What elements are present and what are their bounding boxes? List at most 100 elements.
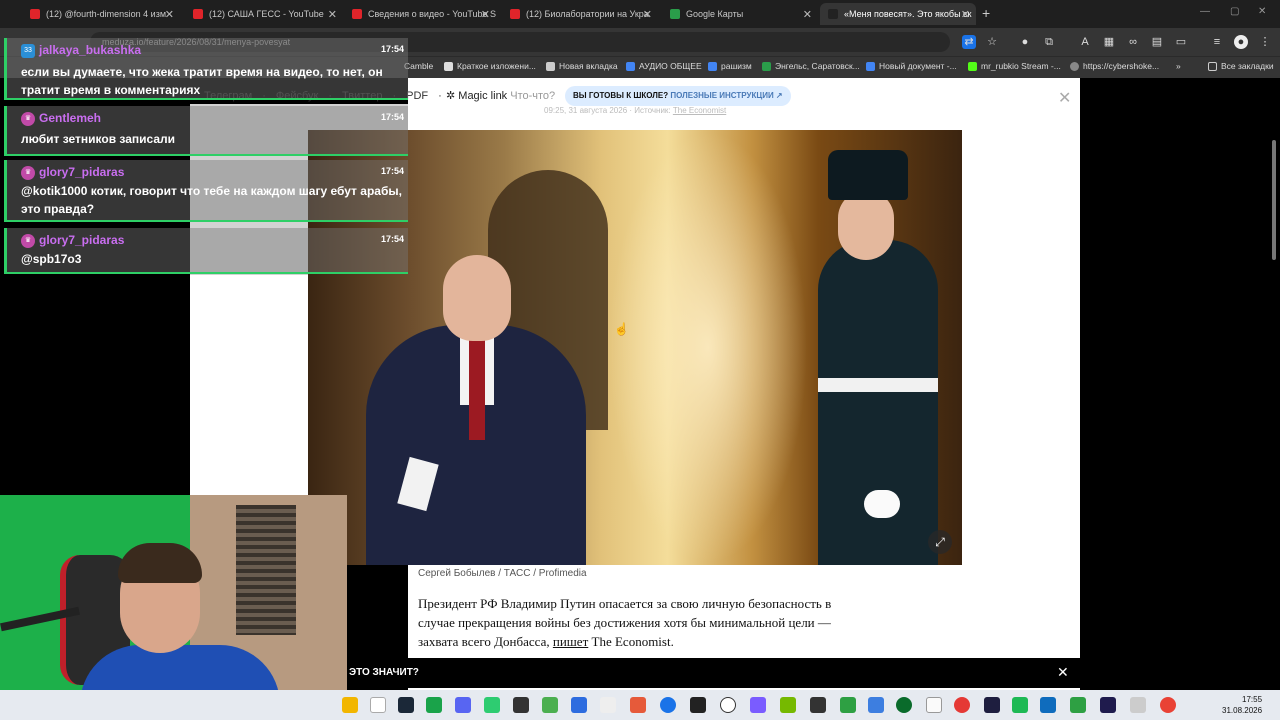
taskbar: 17:55 31.08.2026 (0, 690, 1280, 720)
tab-youtube-studio[interactable]: Сведения о видео - YouTube S ✕ (344, 3, 496, 25)
photo-tie (469, 340, 485, 440)
new-tab-button[interactable]: + (982, 5, 990, 21)
close-banner-icon[interactable]: ✕ (1057, 664, 1069, 681)
avatar[interactable]: ● (1234, 35, 1248, 49)
app-icon[interactable] (750, 697, 766, 713)
close-icon[interactable]: ✕ (1058, 88, 1071, 108)
app-icon[interactable] (571, 697, 587, 713)
photo-person-head (443, 255, 511, 341)
close-tab-icon[interactable]: ✕ (165, 8, 174, 21)
app-icon[interactable] (810, 697, 826, 713)
chatgpt-icon[interactable] (720, 697, 736, 713)
clock-date: 31.08.2026 (1222, 706, 1263, 715)
docs-icon (866, 61, 875, 71)
close-tab-icon[interactable]: ✕ (961, 8, 970, 21)
bookmark-label: Новая вкладка (559, 61, 618, 71)
translate-icon[interactable]: ⇄ (962, 35, 976, 49)
magic-link-label: Magic link (458, 90, 508, 102)
app-icon[interactable] (660, 697, 676, 713)
close-tab-icon[interactable]: ✕ (328, 8, 337, 21)
close-window-icon[interactable]: ✕ (1258, 6, 1266, 17)
bookmark-item[interactable]: mr_rubkio Stream -... (968, 61, 1061, 71)
webcam-feed (0, 495, 347, 720)
terminal-icon[interactable] (513, 697, 529, 713)
minimize-icon[interactable]: — (1200, 6, 1210, 17)
grid-icon[interactable]: ▦ (1102, 35, 1116, 49)
app-icon[interactable] (984, 697, 1000, 713)
magic-link[interactable]: ✲ Magic link Что-что? (446, 89, 555, 102)
bookmark-item[interactable]: рашизм (708, 61, 752, 71)
bookmark-label: Camble (404, 61, 434, 71)
source-link[interactable]: The Economist (673, 106, 726, 115)
extension-icon[interactable]: ● (1018, 35, 1032, 49)
reader-icon[interactable]: ▭ (1174, 35, 1188, 49)
bookmark-icon (444, 61, 453, 71)
article-link[interactable]: пишет (553, 634, 588, 649)
folder-icon[interactable] (342, 697, 358, 713)
expand-icon[interactable]: ⤢ (928, 530, 952, 554)
table-icon[interactable]: ▤ (1150, 35, 1164, 49)
youtube-icon (30, 9, 40, 19)
app-icon[interactable] (1070, 697, 1086, 713)
magic-link-question[interactable]: Что-что? (510, 90, 555, 102)
tab-youtube-2[interactable]: (12) САША ГЕСС - YouTube ✕ (185, 3, 343, 25)
steam-icon[interactable] (398, 697, 414, 713)
photo-guard-head (838, 190, 894, 260)
menu-lines-icon[interactable]: ≡ (1210, 35, 1224, 49)
puzzle-icon[interactable]: ⧉ (1042, 35, 1056, 49)
bookmark-item[interactable]: Camble (404, 61, 433, 71)
app-icon[interactable] (484, 697, 500, 713)
chat-time: 17:54 (380, 44, 404, 54)
app-icon[interactable] (426, 697, 442, 713)
more-menu-icon[interactable]: ⋮ (1258, 35, 1272, 49)
app-icon[interactable] (926, 697, 942, 713)
tab-youtube-1[interactable]: (12) @fourth-dimension 4 изм ✕ (22, 3, 180, 25)
discord-icon[interactable] (455, 697, 471, 713)
link-icon[interactable]: ∞ (1126, 35, 1140, 49)
scrollbar[interactable] (1272, 140, 1276, 260)
school-promo-badge[interactable]: ВЫ ГОТОВЫ К ШКОЛЕ? ПОЛЕЗНЫЕ ИНСТРУКЦИИ ↗ (565, 86, 791, 106)
bookmark-item[interactable]: https://cybershoke... (1070, 61, 1159, 71)
bookmark-item[interactable]: Энгельс, Саратовск... (762, 61, 860, 71)
share-pdf[interactable]: PDF (406, 90, 428, 104)
app-icon[interactable] (630, 697, 646, 713)
premiere-icon[interactable] (1100, 697, 1116, 713)
bookmark-item[interactable]: Краткое изложени... (444, 61, 536, 71)
system-clock[interactable]: 17:55 31.08.2026 (1222, 694, 1262, 716)
bookmark-label: mr_rubkio Stream -... (981, 61, 1061, 71)
globe-icon (1070, 61, 1079, 71)
app-icon[interactable] (1130, 697, 1146, 713)
maximize-icon[interactable]: ▢ (1230, 6, 1239, 17)
bookmarks-overflow[interactable]: » (1176, 61, 1181, 71)
bookmark-item[interactable]: АУДИО ОБЩЕЕ (626, 61, 702, 71)
file-icon[interactable] (370, 697, 386, 713)
app-icon[interactable] (600, 697, 616, 713)
translate-page-icon[interactable]: A (1078, 35, 1092, 49)
bottom-banner[interactable]: ЭТО ЗНАЧИТ? ✕ (347, 658, 1080, 688)
page-left-white (190, 275, 308, 495)
all-bookmarks[interactable]: Все закладки (1208, 61, 1274, 71)
sub-badge-icon: 33 (21, 44, 35, 58)
app-icon[interactable] (690, 697, 706, 713)
chat-message: 33 jalkaya_bukashka 17:54 если вы думает… (4, 38, 408, 100)
chat-message: ♛ glory7_pidaras 17:54 @spb17o3 (4, 228, 408, 274)
nvidia-icon[interactable] (780, 697, 796, 713)
app-icon[interactable] (954, 697, 970, 713)
chrome-icon[interactable] (1160, 697, 1176, 713)
tab-youtube-3[interactable]: (12) Биолаборатории на Укра ✕ (502, 3, 658, 25)
photo-guard-glove (864, 490, 900, 518)
app-icon[interactable] (542, 697, 558, 713)
app-icon[interactable] (840, 697, 856, 713)
bookmark-item[interactable]: Новый документ -... (866, 61, 957, 71)
app-icon[interactable] (1012, 697, 1028, 713)
close-tab-icon[interactable]: ✕ (481, 8, 490, 21)
bookmark-star-icon[interactable]: ☆ (985, 35, 999, 49)
app-icon[interactable] (1040, 697, 1056, 713)
bookmark-item[interactable]: Новая вкладка (546, 61, 618, 71)
tab-meduza[interactable]: «Меня повесят». Это якобы ск ✕ (820, 3, 976, 25)
xbox-icon[interactable] (896, 697, 912, 713)
app-icon[interactable] (868, 697, 884, 713)
tab-google-maps[interactable]: Google Карты ✕ (662, 3, 818, 25)
close-tab-icon[interactable]: ✕ (643, 8, 652, 21)
close-tab-icon[interactable]: ✕ (803, 8, 812, 21)
